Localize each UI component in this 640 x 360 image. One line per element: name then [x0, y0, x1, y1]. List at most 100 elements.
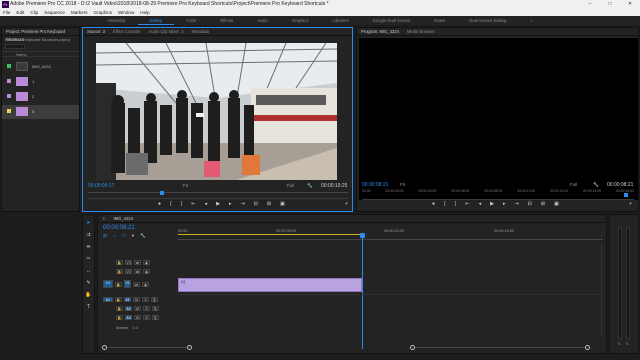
- source-zoom-bar[interactable]: [88, 198, 348, 199]
- source-patch-a1[interactable]: A1: [103, 297, 113, 302]
- source-playhead[interactable]: [160, 191, 165, 195]
- project-item-clip-1[interactable]: 1: [2, 75, 79, 89]
- go-to-out-icon[interactable]: ⇥: [514, 201, 518, 207]
- program-ruler[interactable]: 00:00 00:00:02:00 00:00:04:00 00:00:06:0…: [362, 189, 634, 193]
- source-timecode[interactable]: 00:00:09:17: [88, 183, 114, 189]
- scroll-handle-left[interactable]: [102, 345, 107, 350]
- scroll-handle-right[interactable]: [187, 345, 192, 350]
- selection-tool-icon[interactable]: ➤: [86, 220, 90, 226]
- sync-lock-icon[interactable]: ⇄: [134, 269, 141, 274]
- step-back-icon[interactable]: ◂: [479, 201, 482, 207]
- solo-button[interactable]: S: [618, 342, 620, 346]
- overwrite-icon[interactable]: ⊞: [267, 201, 271, 207]
- timeline-vertical-scrollbar[interactable]: [601, 245, 602, 335]
- eye-icon[interactable]: ◉: [143, 269, 150, 274]
- workspace-graphics[interactable]: Graphics: [280, 16, 321, 25]
- project-item-clip-2[interactable]: 2: [2, 90, 79, 104]
- step-forward-icon[interactable]: ▸: [503, 201, 506, 207]
- mute-button[interactable]: M: [133, 297, 140, 302]
- source-mini-timeline[interactable]: [88, 191, 348, 196]
- timeline-zoom-scrollbar[interactable]: [410, 345, 590, 350]
- track-label-a3[interactable]: A3: [125, 315, 132, 320]
- linked-selection-icon[interactable]: ⊂: [122, 233, 126, 239]
- marker-icon[interactable]: ●: [432, 201, 435, 207]
- eye-icon[interactable]: ◉: [142, 281, 149, 287]
- tab-sequence[interactable]: IMG_4224: [114, 215, 134, 222]
- lock-icon[interactable]: 🔒: [116, 260, 123, 265]
- program-mini-timeline[interactable]: [362, 193, 634, 198]
- workspace-libraries[interactable]: Libraries: [321, 16, 361, 25]
- workspace-assembly[interactable]: Assembly: [95, 16, 137, 25]
- menu-sequence[interactable]: Sequence: [44, 9, 65, 16]
- tab-effect-controls[interactable]: Effect Controls: [113, 28, 140, 35]
- minimize-button[interactable]: –: [580, 0, 600, 9]
- menu-help[interactable]: Help: [140, 9, 149, 16]
- wrench-icon[interactable]: 🔧: [307, 183, 313, 189]
- track-label-a2[interactable]: A2: [125, 306, 132, 311]
- lock-icon[interactable]: 🔒: [116, 269, 123, 274]
- go-to-in-icon[interactable]: ⇤: [191, 201, 195, 207]
- program-zoom-select[interactable]: Fit: [400, 182, 405, 187]
- zoom-handle-right[interactable]: [585, 345, 590, 350]
- marker-icon[interactable]: ●: [158, 201, 161, 207]
- eye-icon[interactable]: ◉: [143, 260, 150, 265]
- close-sequence-icon[interactable]: ✕: [102, 215, 106, 222]
- tab-program[interactable]: Program: IMG_4224: [361, 28, 399, 35]
- program-timecode[interactable]: 00:00:08:21: [362, 182, 388, 188]
- maximize-button[interactable]: □: [600, 0, 620, 9]
- wrench-icon[interactable]: 🔧: [593, 182, 599, 188]
- lift-icon[interactable]: ⊟: [528, 201, 532, 207]
- voiceover-icon[interactable]: 🎙: [152, 315, 159, 320]
- source-zoom-select[interactable]: Fit: [183, 183, 188, 188]
- timeline-ruler[interactable]: 00:00 00:00:05:00 00:00:10:00 00:00:15:0…: [178, 226, 603, 240]
- solo-button[interactable]: S: [626, 342, 628, 346]
- menu-clip[interactable]: Clip: [30, 9, 38, 16]
- play-icon[interactable]: ▶: [216, 201, 220, 207]
- track-label-a1[interactable]: A1: [124, 297, 131, 302]
- menu-edit[interactable]: Edit: [16, 9, 24, 16]
- track-label-v3[interactable]: V3: [125, 260, 132, 265]
- tab-media-browser[interactable]: Media Browser: [407, 28, 435, 35]
- go-to-out-icon[interactable]: ⇥: [240, 201, 244, 207]
- lock-icon[interactable]: 🔒: [116, 315, 123, 320]
- tab-project[interactable]: Project: Premiere Pro Keyboard Shortcuts: [6, 28, 79, 42]
- menu-markers[interactable]: Markers: [71, 9, 88, 16]
- mark-out-icon[interactable]: }: [455, 201, 457, 207]
- timeline-settings-icon[interactable]: 🔧: [140, 233, 146, 239]
- add-button-icon[interactable]: +: [629, 201, 632, 207]
- razor-tool-icon[interactable]: ✂: [86, 256, 90, 262]
- source-patch-v1[interactable]: V1: [103, 280, 113, 288]
- pen-tool-icon[interactable]: ✎: [86, 280, 90, 286]
- workspace-notes[interactable]: Notes: [422, 16, 457, 25]
- timeline-playhead[interactable]: [360, 233, 366, 349]
- hand-tool-icon[interactable]: ✋: [85, 292, 91, 298]
- zoom-handle-left[interactable]: [410, 345, 415, 350]
- extract-icon[interactable]: ⊞: [541, 201, 545, 207]
- work-area-bar[interactable]: [178, 234, 363, 235]
- source-resolution-select[interactable]: Full: [287, 183, 294, 188]
- menu-window[interactable]: Window: [118, 9, 134, 16]
- mute-button[interactable]: M: [134, 315, 141, 320]
- lock-icon[interactable]: 🔒: [115, 297, 122, 302]
- lock-icon[interactable]: 🔒: [115, 281, 122, 287]
- ripple-edit-tool-icon[interactable]: ⇹: [86, 244, 90, 250]
- solo-button[interactable]: S: [143, 306, 150, 311]
- close-button[interactable]: ✕: [620, 0, 640, 9]
- lock-icon[interactable]: 🔒: [116, 306, 123, 311]
- nest-icon[interactable]: ⊞: [103, 233, 107, 239]
- workspace-overflow-icon[interactable]: »: [518, 16, 544, 25]
- tab-audio-clip-mixer[interactable]: Audio Clip Mixer: 3: [148, 28, 183, 35]
- play-icon[interactable]: ▶: [490, 201, 494, 207]
- timeline-timecode[interactable]: 00:00:08:21: [103, 225, 135, 231]
- workspace-effects[interactable]: Effects: [208, 16, 245, 25]
- insert-icon[interactable]: ⊟: [254, 201, 258, 207]
- track-select-tool-icon[interactable]: ⇉: [86, 232, 90, 238]
- solo-button[interactable]: S: [142, 297, 149, 302]
- tab-metadata[interactable]: Metadata: [191, 28, 208, 35]
- add-button-icon[interactable]: +: [345, 201, 348, 207]
- mark-in-icon[interactable]: {: [444, 201, 446, 207]
- step-back-icon[interactable]: ◂: [205, 201, 208, 207]
- workspace-editing[interactable]: Editing: [137, 16, 175, 25]
- master-value[interactable]: 0.0: [132, 325, 138, 330]
- export-frame-icon[interactable]: ▣: [280, 201, 285, 207]
